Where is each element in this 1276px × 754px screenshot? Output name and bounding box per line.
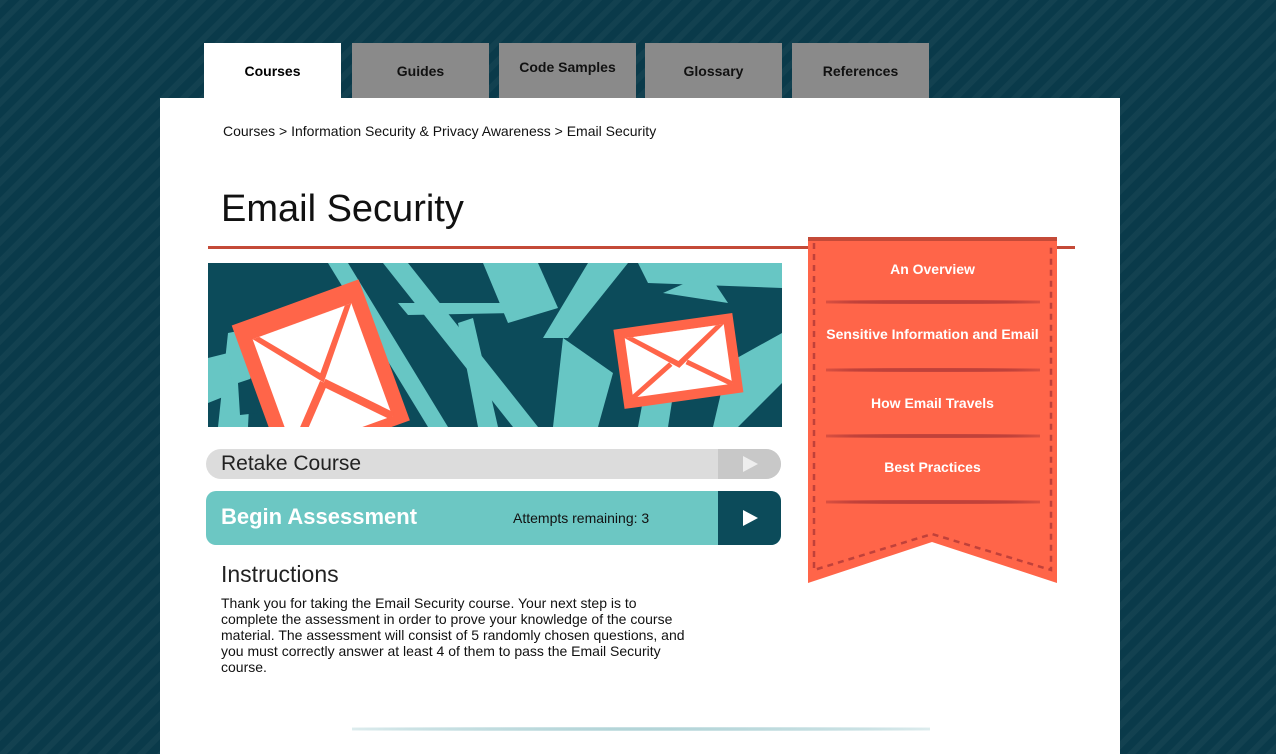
section-divider <box>826 368 1040 372</box>
section-divider <box>826 300 1040 304</box>
section-link-overview[interactable]: An Overview <box>810 261 1055 277</box>
envelope-pattern-icon <box>208 263 782 427</box>
section-link-sensitive-info[interactable]: Sensitive Information and Email <box>810 326 1055 342</box>
tab-guides[interactable]: Guides <box>352 43 489 98</box>
begin-assessment-button[interactable]: Begin Assessment Attempts remaining: 3 <box>206 491 781 545</box>
section-divider <box>826 500 1040 504</box>
section-link-email-travels[interactable]: How Email Travels <box>810 395 1055 411</box>
bottom-divider <box>352 727 930 731</box>
tab-references[interactable]: References <box>792 43 929 98</box>
course-banner <box>208 263 782 427</box>
begin-assessment-label: Begin Assessment <box>221 504 418 529</box>
breadcrumb-separator: > <box>554 123 563 139</box>
play-icon <box>718 449 781 479</box>
instructions-text: Thank you for taking the Email Security … <box>221 595 685 675</box>
breadcrumb-infosec[interactable]: Information Security & Privacy Awareness <box>291 123 551 139</box>
retake-course-label: Retake Course <box>221 452 362 475</box>
breadcrumb-current: Email Security <box>566 123 657 139</box>
section-divider <box>826 434 1040 438</box>
page-title: Email Security <box>221 188 464 230</box>
tab-courses[interactable]: Courses <box>204 43 341 98</box>
instructions-heading: Instructions <box>221 561 339 587</box>
breadcrumb: Courses > Information Security & Privacy… <box>223 123 656 139</box>
breadcrumb-courses[interactable]: Courses <box>223 123 275 139</box>
attempts-remaining: Attempts remaining: 3 <box>513 510 650 526</box>
play-icon <box>718 491 781 545</box>
section-link-best-practices[interactable]: Best Practices <box>810 459 1055 475</box>
tab-glossary[interactable]: Glossary <box>645 43 782 98</box>
retake-course-button[interactable]: Retake Course <box>206 449 781 479</box>
breadcrumb-separator: > <box>279 123 288 139</box>
tab-code-samples[interactable]: Code Samples <box>499 43 636 98</box>
